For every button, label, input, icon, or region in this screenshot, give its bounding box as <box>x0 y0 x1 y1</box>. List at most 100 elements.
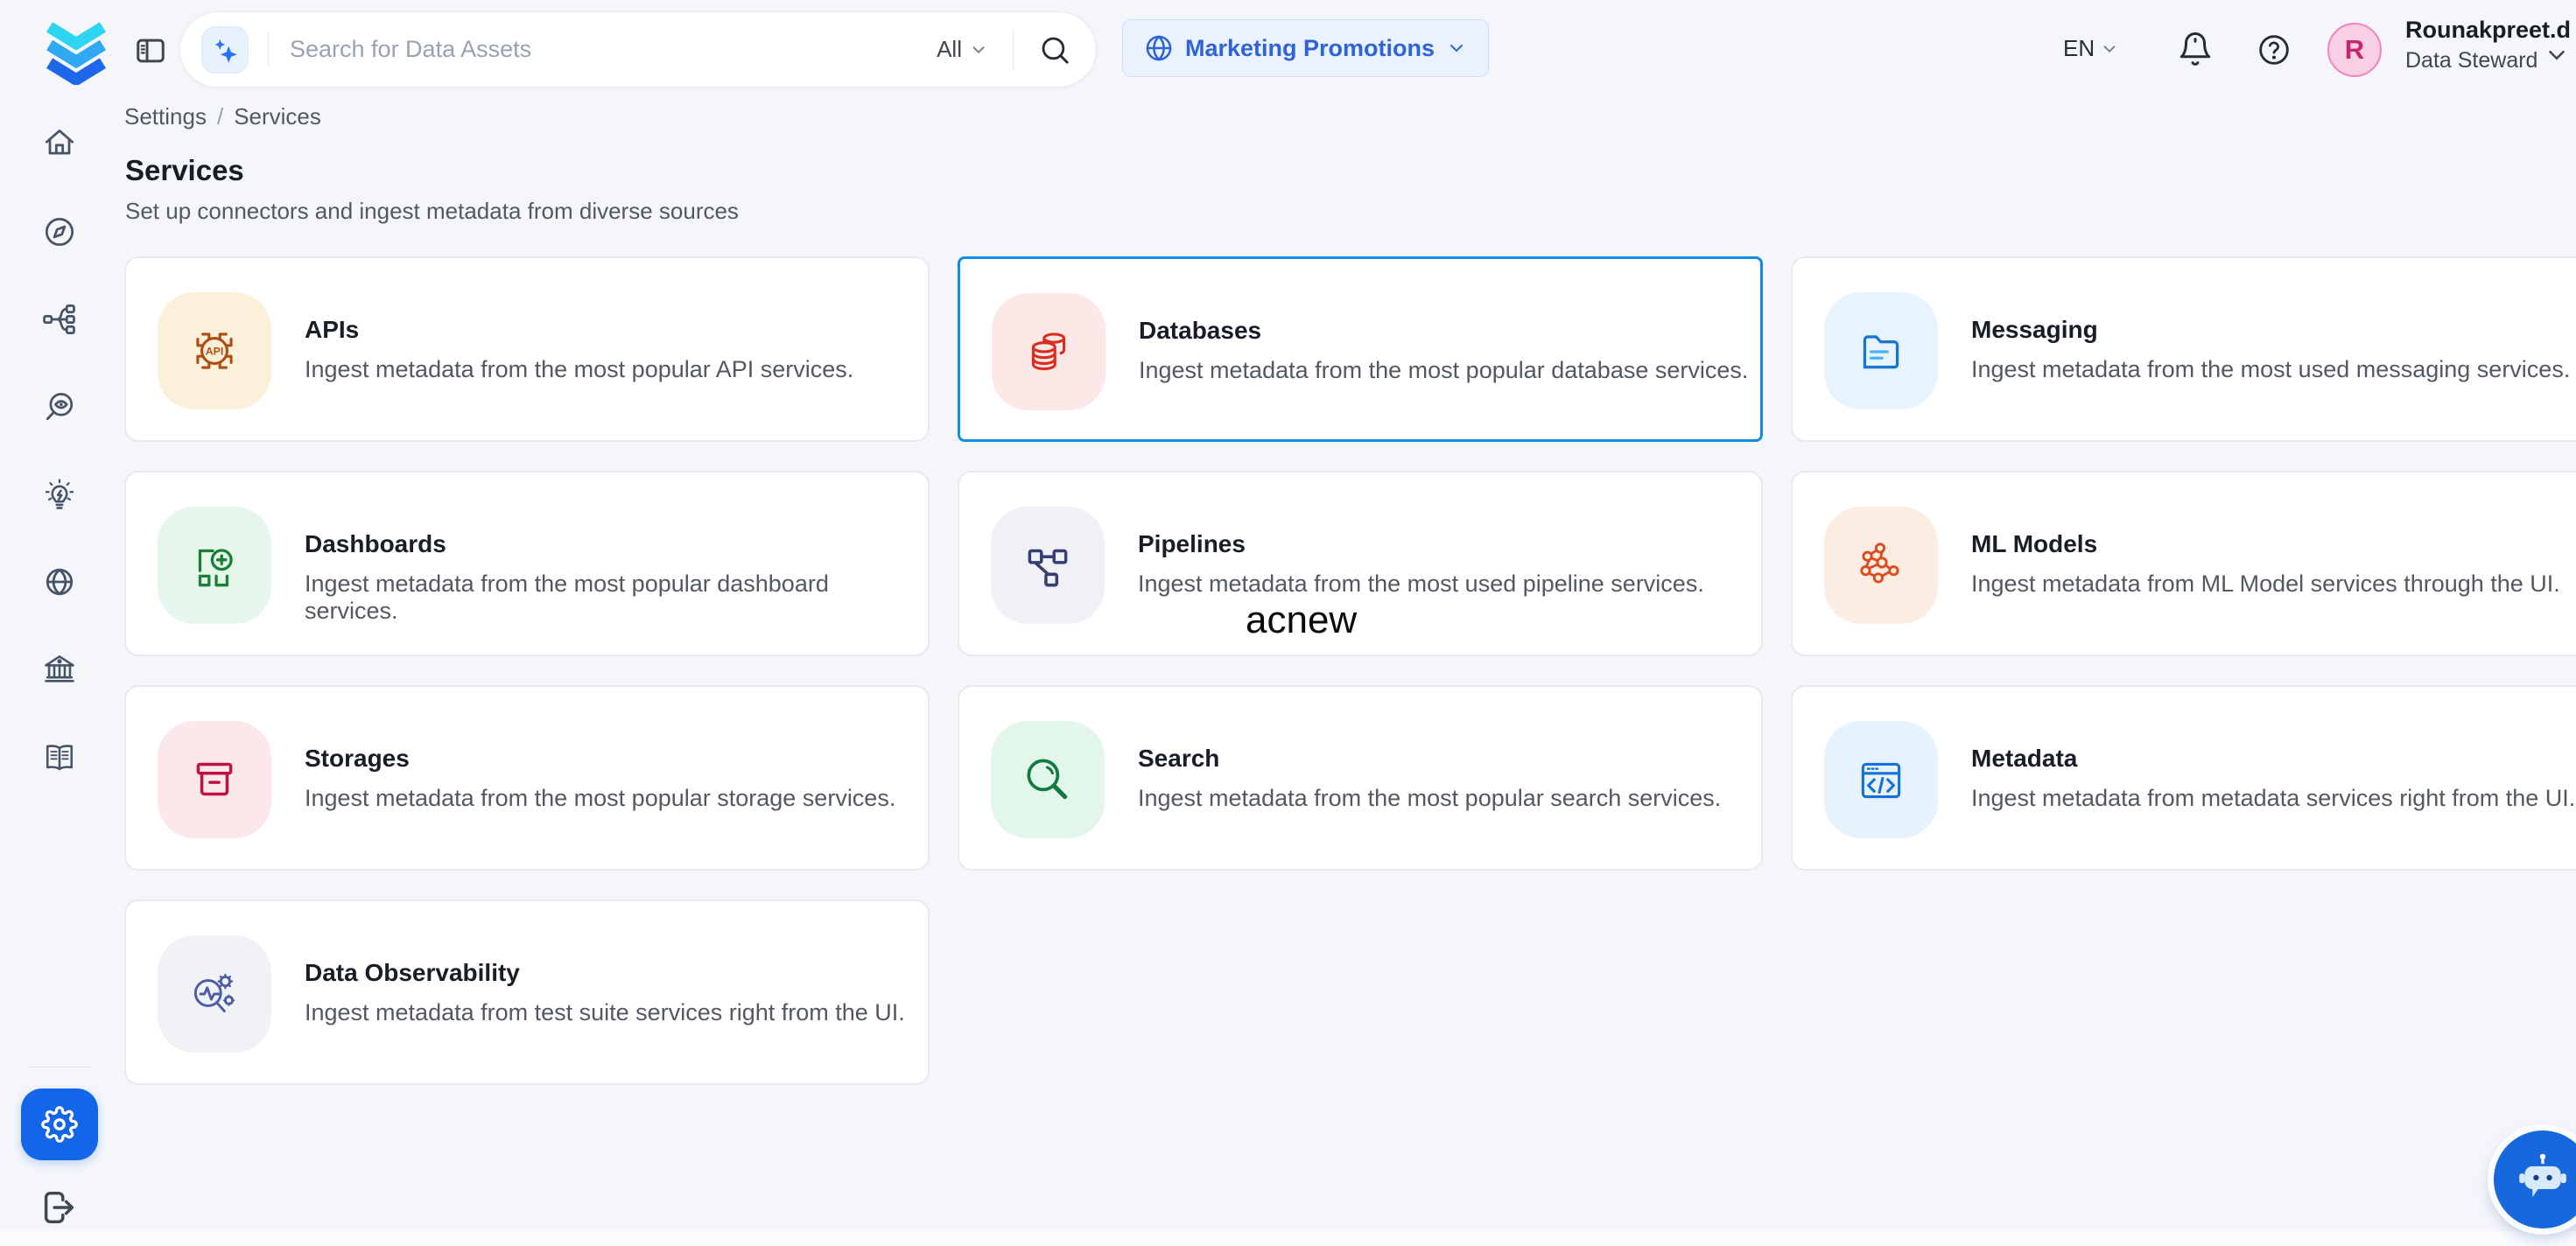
service-card-storages[interactable]: Storages Ingest metadata from the most p… <box>124 685 930 871</box>
api-chip-icon: API <box>158 292 271 410</box>
search-icon[interactable] <box>1038 33 1071 66</box>
avatar[interactable]: R <box>2327 23 2382 77</box>
bottom-strip <box>0 1231 2576 1246</box>
service-card-metadata[interactable]: Metadata Ingest metadata from metadata s… <box>1791 685 2576 871</box>
notifications-button[interactable] <box>2177 29 2215 69</box>
chevron-down-icon <box>1446 38 1467 59</box>
sidebar-item-insights[interactable] <box>39 473 81 515</box>
stray-overlay-text: acnew <box>1246 598 1357 642</box>
service-card-title: Dashboards <box>305 530 446 558</box>
code-window-icon <box>1824 721 1938 838</box>
search-input[interactable] <box>290 36 937 63</box>
sidebar-item-explore[interactable] <box>39 211 81 253</box>
avatar-initial: R <box>2345 34 2364 66</box>
service-card-title: Metadata <box>1971 745 2077 773</box>
globe-icon <box>1144 33 1174 63</box>
language-label: EN <box>2063 35 2095 62</box>
user-name: Rounakpreet.d <box>2405 17 2571 44</box>
dashboard-icon <box>158 507 271 624</box>
sidebar-item-lineage[interactable] <box>39 298 81 340</box>
help-button[interactable] <box>2257 32 2293 68</box>
robot-chat-icon <box>2514 1151 2572 1208</box>
service-card-apis[interactable]: API APIs Ingest metadata from the most p… <box>124 256 930 442</box>
service-card-data-observability[interactable]: Data Observability Ingest metadata from … <box>124 900 930 1085</box>
chevron-down-icon <box>2100 39 2119 59</box>
service-card-title: Search <box>1138 745 1219 773</box>
services-grid: API APIs Ingest metadata from the most p… <box>124 256 2576 1085</box>
assistant-chat-button[interactable] <box>2494 1130 2576 1228</box>
service-card-description: Ingest metadata from the most used pipel… <box>1138 570 1704 598</box>
globe-icon <box>40 563 79 601</box>
search-magnifier-icon <box>991 721 1105 838</box>
sidebar-item-home[interactable] <box>39 123 81 165</box>
sidebar-item-glossary[interactable] <box>39 736 81 778</box>
service-card-title: Databases <box>1139 317 1261 345</box>
service-card-search[interactable]: Search Ingest metadata from the most pop… <box>958 685 1763 871</box>
divider <box>1013 30 1014 70</box>
divider <box>268 32 269 67</box>
divider <box>27 1067 92 1068</box>
service-card-title: Pipelines <box>1138 530 1246 558</box>
flow-branch-icon <box>40 300 79 339</box>
sidebar-item-settings[interactable] <box>21 1088 98 1160</box>
database-icon <box>992 293 1106 410</box>
ml-model-icon <box>1824 507 1938 624</box>
breadcrumb: Settings / Services <box>124 103 321 130</box>
sidebar <box>0 101 118 1246</box>
compass-icon <box>40 213 79 251</box>
observability-gear-icon <box>158 935 271 1053</box>
global-search-bar[interactable]: All <box>179 11 1097 88</box>
svg-text:API: API <box>206 346 224 358</box>
service-card-title: Data Observability <box>305 959 520 987</box>
messaging-folder-icon <box>1824 292 1938 410</box>
app-logo[interactable] <box>39 13 114 85</box>
service-card-pipelines[interactable]: Pipelines Ingest metadata from the most … <box>958 471 1763 656</box>
question-circle-icon <box>2257 32 2292 67</box>
home-icon <box>40 125 79 164</box>
magnifier-eye-icon <box>40 388 79 426</box>
sidebar-item-logout[interactable] <box>39 1186 81 1228</box>
service-card-description: Ingest metadata from the most popular da… <box>305 570 928 625</box>
language-selector[interactable]: EN <box>2063 35 2119 62</box>
storage-box-icon <box>158 721 271 838</box>
domain-selector[interactable]: Marketing Promotions <box>1122 19 1489 77</box>
page-title: Services <box>125 154 244 187</box>
service-card-title: Messaging <box>1971 316 2098 344</box>
app-screen: All Marketing Promotions EN <box>0 0 2576 1246</box>
sidebar-toggle-button[interactable] <box>133 33 170 68</box>
domain-label: Marketing Promotions <box>1185 35 1435 62</box>
service-card-description: Ingest metadata from ML Model services t… <box>1971 570 2560 598</box>
service-card-dashboards[interactable]: Dashboards Ingest metadata from the most… <box>124 471 930 656</box>
service-card-description: Ingest metadata from metadata services r… <box>1971 785 2575 812</box>
panel-toggle-icon <box>133 34 168 67</box>
service-card-messaging[interactable]: Messaging Ingest metadata from the most … <box>1791 256 2576 442</box>
search-scope-label: All <box>937 36 962 63</box>
open-book-icon <box>40 738 79 776</box>
pipeline-icon <box>991 507 1105 624</box>
page-subtitle: Set up connectors and ingest metadata fr… <box>125 198 739 225</box>
chevron-down-icon[interactable] <box>2544 42 2570 68</box>
breadcrumb-services[interactable]: Services <box>234 103 321 130</box>
breadcrumb-separator: / <box>217 103 223 130</box>
bell-icon <box>2177 30 2214 68</box>
service-card-description: Ingest metadata from the most used messa… <box>1971 356 2570 383</box>
lightbulb-icon <box>40 475 79 514</box>
ai-sparkles-icon[interactable] <box>201 26 249 74</box>
search-scope-dropdown[interactable]: All <box>937 36 988 63</box>
gear-icon <box>41 1106 78 1143</box>
logout-icon <box>39 1187 79 1228</box>
layers-logo-icon <box>39 13 114 85</box>
service-card-title: APIs <box>305 316 359 344</box>
breadcrumb-settings[interactable]: Settings <box>124 103 207 130</box>
service-card-description: Ingest metadata from the most popular se… <box>1138 785 1721 812</box>
service-card-description: Ingest metadata from test suite services… <box>305 999 905 1026</box>
service-card-description: Ingest metadata from the most popular st… <box>305 785 895 812</box>
service-card-ml-models[interactable]: ML Models Ingest metadata from ML Model … <box>1791 471 2576 656</box>
service-card-databases[interactable]: Databases Ingest metadata from the most … <box>958 256 1763 442</box>
sidebar-item-domains[interactable] <box>39 561 81 603</box>
service-card-title: ML Models <box>1971 530 2097 558</box>
bank-icon <box>40 650 79 689</box>
service-card-title: Storages <box>305 745 410 773</box>
sidebar-item-observability[interactable] <box>39 386 81 428</box>
sidebar-item-govern[interactable] <box>39 648 81 690</box>
